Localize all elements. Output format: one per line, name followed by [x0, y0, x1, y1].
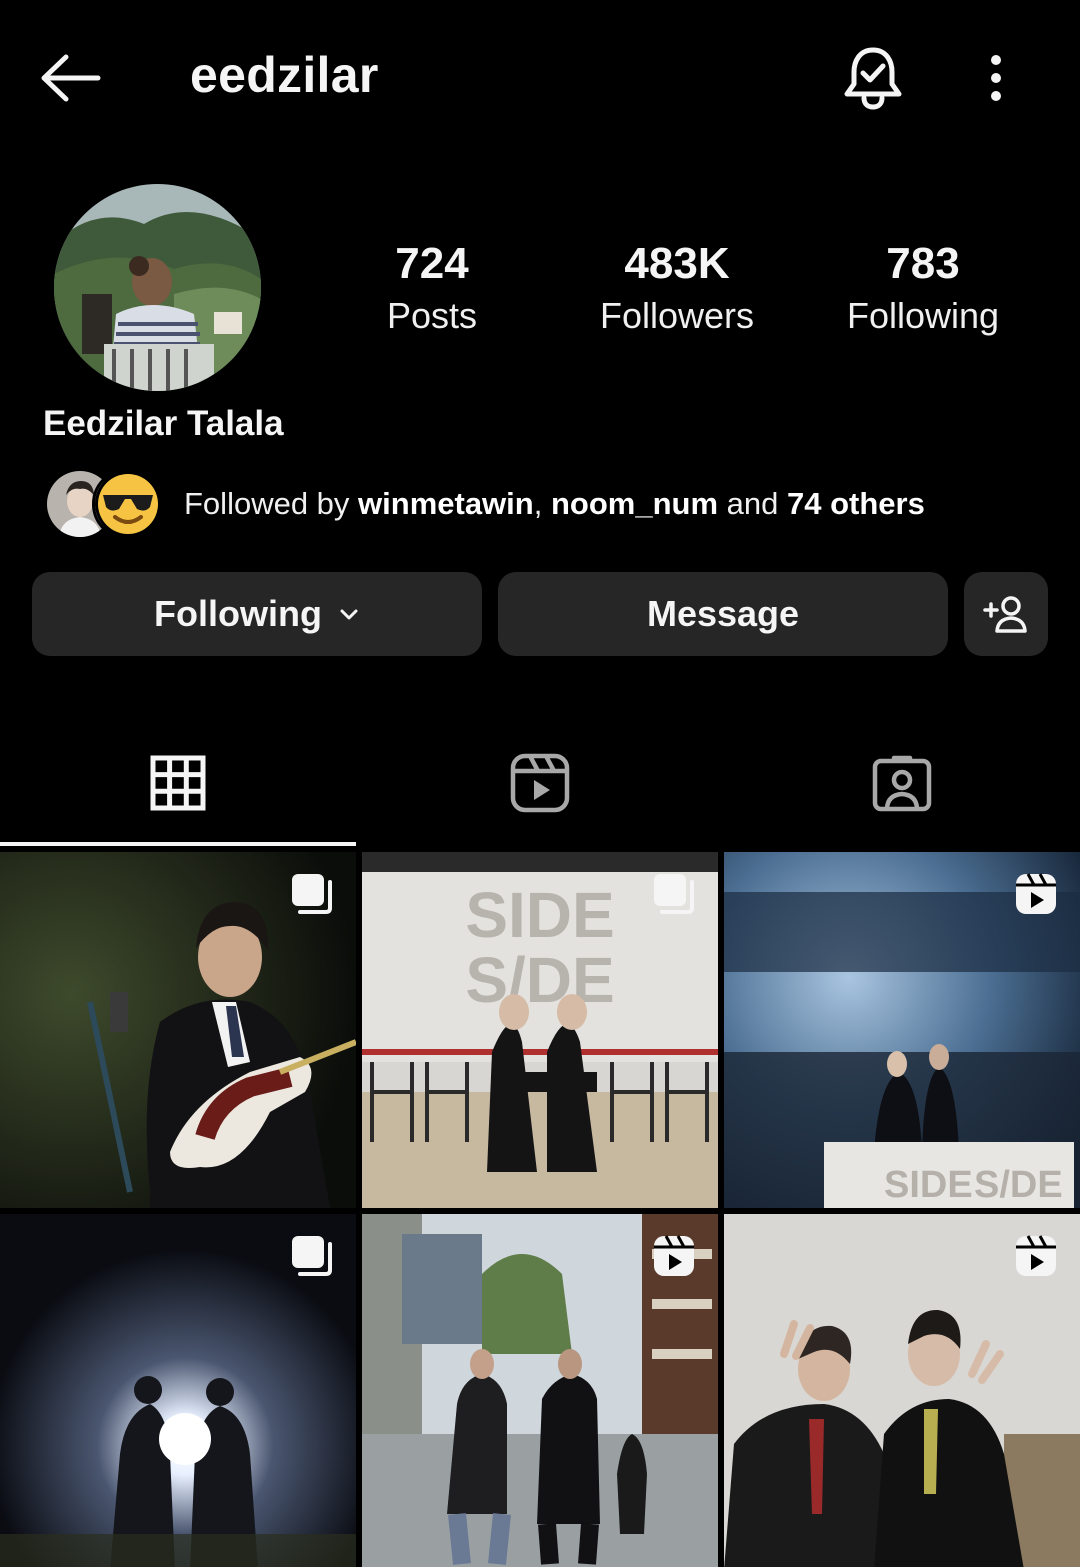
stat-followers[interactable]: 483K Followers	[557, 236, 797, 340]
following-button-label: Following	[154, 593, 322, 634]
tab-selected-indicator	[0, 842, 356, 846]
profile-username: eedzilar	[190, 47, 379, 103]
more-options-button[interactable]	[976, 50, 1016, 110]
arrow-left-icon	[41, 54, 101, 102]
mutual-user-1[interactable]: winmetawin	[358, 486, 534, 521]
reels-icon	[510, 753, 570, 813]
svg-text:SIDE: SIDE	[884, 1164, 973, 1206]
profile-display-name: Eedzilar Talala	[43, 404, 284, 443]
svg-text:SIDE: SIDE	[465, 879, 614, 951]
bell-check-icon	[844, 47, 902, 110]
notifications-button[interactable]	[842, 44, 904, 112]
reel-icon	[1016, 873, 1056, 914]
mutual-follower-avatar	[92, 468, 164, 540]
svg-text:S/DE: S/DE	[465, 944, 614, 1016]
mutual-user-2[interactable]: noom_num	[551, 486, 718, 521]
stat-following[interactable]: 783 Following	[803, 236, 1043, 340]
followed-by-text: Followed by winmetawin, noom_num and 74 …	[184, 486, 925, 522]
followed-by-row[interactable]: Followed by winmetawin, noom_num and 74 …	[44, 468, 1044, 540]
stat-posts-label: Posts	[386, 295, 478, 336]
stat-posts[interactable]: 724 Posts	[312, 236, 552, 340]
tab-posts-grid[interactable]	[0, 720, 356, 846]
post-tile[interactable]: SIDE S/DE	[724, 852, 1080, 1208]
tab-reels[interactable]	[362, 720, 718, 846]
post-tile[interactable]: SIDE S/DE	[362, 852, 718, 1208]
followed-by-prefix: Followed by	[184, 486, 359, 521]
chevron-down-icon	[340, 609, 358, 620]
tab-tagged[interactable]	[724, 720, 1080, 846]
followed-by-separator: ,	[533, 486, 551, 521]
suggested-users-button[interactable]	[964, 572, 1048, 656]
carousel-icon	[292, 1236, 332, 1276]
post-tile[interactable]	[0, 852, 356, 1208]
stat-posts-value: 724	[395, 239, 469, 288]
profile-screen: eedzilar 724 Posts 483K Followers 783 Fo…	[0, 0, 1080, 1567]
profile-tabs	[0, 720, 1080, 846]
reel-icon	[654, 1235, 694, 1276]
followed-by-and: and	[718, 486, 787, 521]
carousel-icon	[654, 874, 694, 914]
message-button[interactable]: Message	[498, 572, 948, 656]
svg-text:S/DE: S/DE	[974, 1164, 1063, 1206]
post-tile[interactable]	[362, 1214, 718, 1567]
profile-avatar[interactable]	[54, 184, 261, 391]
grid-icon	[150, 755, 206, 811]
stat-following-value: 783	[886, 239, 960, 288]
back-button[interactable]	[38, 48, 108, 108]
stat-followers-label: Followers	[599, 295, 755, 336]
add-person-icon	[983, 596, 1027, 633]
following-button[interactable]: Following	[32, 572, 482, 656]
stat-following-label: Following	[846, 295, 1000, 336]
message-button-label: Message	[646, 593, 800, 634]
carousel-icon	[292, 874, 332, 914]
post-tile[interactable]	[724, 1214, 1080, 1567]
more-vertical-icon	[991, 55, 1001, 101]
tagged-person-icon	[872, 755, 932, 812]
top-bar: eedzilar	[0, 0, 1080, 160]
post-tile[interactable]	[0, 1214, 356, 1567]
mutual-others-count[interactable]: 74 others	[787, 486, 925, 521]
reel-icon	[1016, 1235, 1056, 1276]
stat-followers-value: 483K	[624, 239, 730, 288]
